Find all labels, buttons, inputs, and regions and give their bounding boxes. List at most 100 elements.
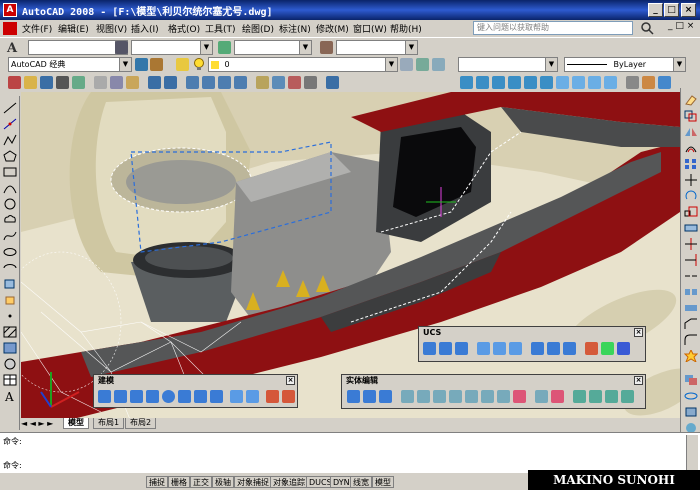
undo-icon[interactable] bbox=[148, 76, 161, 89]
command-window[interactable]: 命令: 命令: bbox=[0, 432, 700, 472]
ucs-object-icon[interactable] bbox=[493, 342, 506, 355]
workspace-combo[interactable]: AutoCAD 经典 ▼ bbox=[8, 57, 132, 72]
copy-icon[interactable] bbox=[110, 76, 123, 89]
ucs-previous-icon[interactable] bbox=[455, 342, 468, 355]
drawing-doc-icon[interactable] bbox=[3, 22, 17, 35]
nw-iso-view-icon[interactable] bbox=[604, 76, 617, 89]
ucs-origin-icon[interactable] bbox=[531, 342, 544, 355]
menu-view[interactable]: 视图(V) bbox=[96, 22, 127, 35]
color-edges-icon[interactable] bbox=[551, 390, 564, 403]
revision-cloud-icon[interactable] bbox=[3, 214, 17, 226]
help-icon[interactable] bbox=[326, 76, 339, 89]
region-icon[interactable] bbox=[3, 358, 17, 370]
planar-surface-icon[interactable] bbox=[246, 390, 259, 403]
helix-icon[interactable] bbox=[230, 390, 243, 403]
ucs-icon[interactable] bbox=[423, 342, 436, 355]
menu-tools[interactable]: 工具(T) bbox=[205, 22, 236, 35]
bottom-view-icon[interactable] bbox=[476, 76, 489, 89]
join-icon[interactable] bbox=[684, 302, 698, 314]
break-at-point-icon[interactable] bbox=[684, 270, 698, 282]
separate-icon[interactable] bbox=[605, 390, 618, 403]
autocad-app-icon[interactable]: A bbox=[3, 3, 17, 17]
cylinder-icon[interactable] bbox=[178, 390, 191, 403]
table-icon[interactable] bbox=[3, 374, 17, 386]
copy-faces-icon[interactable] bbox=[497, 390, 510, 403]
ucs-x-rotate-icon[interactable] bbox=[585, 342, 598, 355]
move-icon[interactable] bbox=[684, 174, 698, 186]
polysolid-icon[interactable] bbox=[98, 390, 111, 403]
tab-layout2[interactable]: 布局2 bbox=[125, 418, 157, 429]
clean-icon[interactable] bbox=[589, 390, 602, 403]
paste-icon[interactable] bbox=[126, 76, 139, 89]
intersect-icon[interactable] bbox=[379, 390, 392, 403]
table-style-combo[interactable]: ▼ bbox=[234, 40, 312, 55]
right-view-icon[interactable] bbox=[508, 76, 521, 89]
command-scrollbar[interactable] bbox=[686, 435, 698, 471]
ellipse-icon[interactable] bbox=[3, 246, 17, 258]
box-icon[interactable] bbox=[114, 390, 127, 403]
ucs-view-icon[interactable] bbox=[509, 342, 522, 355]
revolve-icon[interactable] bbox=[282, 390, 295, 403]
layer-state-icon[interactable] bbox=[432, 58, 445, 71]
tool-palettes-icon[interactable] bbox=[288, 76, 301, 89]
color-combo[interactable]: ▼ bbox=[458, 57, 558, 72]
status-ortho[interactable]: 正交 bbox=[190, 476, 212, 488]
se-iso-view-icon[interactable] bbox=[572, 76, 585, 89]
design-center-icon[interactable] bbox=[272, 76, 285, 89]
extrude-faces-icon[interactable] bbox=[401, 390, 414, 403]
cut-icon[interactable] bbox=[94, 76, 107, 89]
orbit-icon[interactable] bbox=[658, 76, 671, 89]
save-icon[interactable] bbox=[40, 76, 53, 89]
maximize-button[interactable]: □ bbox=[664, 3, 679, 17]
ucs-toolbar-close-button[interactable]: × bbox=[634, 328, 643, 337]
ucs-toolbar-header[interactable]: UCS × bbox=[419, 327, 645, 338]
linetype-combo[interactable]: ByLayer ▼ bbox=[564, 57, 686, 72]
union-icon[interactable] bbox=[347, 390, 360, 403]
stretch-icon[interactable] bbox=[684, 222, 698, 234]
zoom-previous-icon[interactable] bbox=[234, 76, 247, 89]
zoom-window-icon[interactable] bbox=[218, 76, 231, 89]
copy-edges-icon[interactable] bbox=[535, 390, 548, 403]
extend-icon[interactable] bbox=[684, 254, 698, 266]
status-otrack[interactable]: 对象追踪 bbox=[270, 476, 308, 488]
subtract-icon[interactable] bbox=[363, 390, 376, 403]
print-icon[interactable] bbox=[56, 76, 69, 89]
rotate-faces-icon[interactable] bbox=[465, 390, 478, 403]
offset-faces-icon[interactable] bbox=[433, 390, 446, 403]
array-icon[interactable] bbox=[684, 158, 698, 170]
visual-style-icon[interactable] bbox=[642, 76, 655, 89]
cone-icon[interactable] bbox=[146, 390, 159, 403]
copy-object-icon[interactable] bbox=[684, 110, 698, 122]
menu-window[interactable]: 窗口(W) bbox=[353, 22, 387, 35]
break-icon[interactable] bbox=[684, 286, 698, 298]
arc-icon[interactable] bbox=[3, 182, 17, 194]
ellipse-arc-icon[interactable] bbox=[3, 262, 17, 274]
gradient-icon[interactable] bbox=[3, 342, 17, 354]
save-workspace-icon[interactable] bbox=[150, 58, 163, 71]
move-faces-icon[interactable] bbox=[417, 390, 430, 403]
dim-style-combo[interactable]: ▼ bbox=[131, 40, 213, 55]
menu-edit[interactable]: 编辑(E) bbox=[58, 22, 89, 35]
erase-icon[interactable] bbox=[684, 94, 698, 106]
status-grid[interactable]: 栅格 bbox=[168, 476, 190, 488]
status-osnap[interactable]: 对象捕捉 bbox=[234, 476, 272, 488]
menu-draw[interactable]: 绘图(D) bbox=[242, 22, 274, 35]
trim-icon[interactable] bbox=[684, 238, 698, 250]
taper-faces-icon[interactable] bbox=[481, 390, 494, 403]
ne-iso-view-icon[interactable] bbox=[588, 76, 601, 89]
layer-previous-icon[interactable] bbox=[400, 58, 413, 71]
dim-style-icon[interactable] bbox=[115, 41, 128, 54]
chamfer-icon[interactable] bbox=[684, 318, 698, 330]
fillet-icon[interactable] bbox=[684, 334, 698, 346]
shade-icon[interactable] bbox=[684, 406, 698, 418]
layer-manager-icon[interactable] bbox=[176, 58, 189, 71]
open-file-icon[interactable] bbox=[24, 76, 37, 89]
make-layer-current-icon[interactable] bbox=[416, 58, 429, 71]
mirror-icon[interactable] bbox=[684, 126, 698, 138]
delete-faces-icon[interactable] bbox=[449, 390, 462, 403]
solid-edit-close-button[interactable]: × bbox=[634, 376, 643, 385]
status-snap[interactable]: 捕捉 bbox=[146, 476, 168, 488]
menu-file[interactable]: 文件(F) bbox=[22, 22, 52, 35]
solid-edit-header[interactable]: 实体编辑 × bbox=[342, 375, 645, 386]
rotate-icon[interactable] bbox=[684, 190, 698, 202]
